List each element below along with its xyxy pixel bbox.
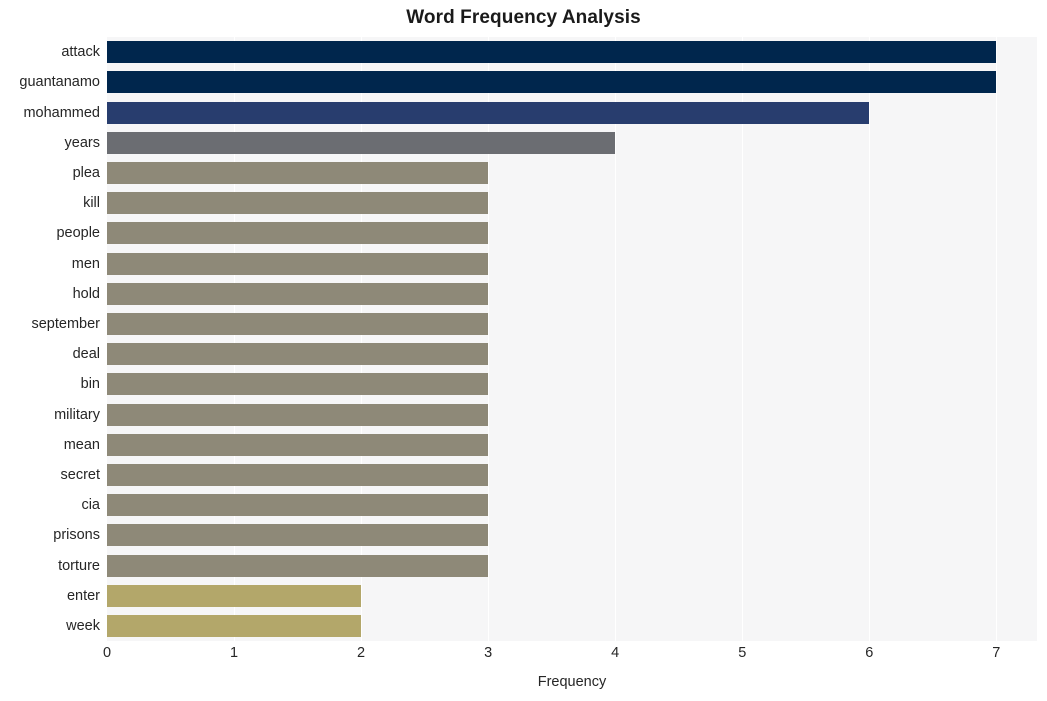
- y-axis-tick-labels: attack guantanamo mohammed years plea kill peo…: [0, 37, 100, 641]
- chart-title: Word Frequency Analysis: [406, 7, 641, 28]
- x-axis-label: Frequency: [537, 674, 607, 690]
- bar-bin: [107, 373, 489, 396]
- bar-plea: [107, 161, 489, 184]
- bar-torture: [107, 554, 489, 577]
- x-tick-label-5: 5: [738, 645, 747, 661]
- x-axis-tick-labels: 0 1 2 3 4 5 6 7: [0, 645, 1047, 667]
- x-tick-label-7: 7: [992, 645, 1001, 661]
- y-tick-label-mean: mean: [63, 436, 100, 453]
- y-tick-label-torture: torture: [58, 557, 100, 574]
- y-tick-label-guantanamo: guantanamo: [19, 74, 100, 91]
- x-tick-label-3: 3: [484, 645, 493, 661]
- y-tick-label-secret: secret: [60, 466, 101, 483]
- y-tick-label-cia: cia: [81, 497, 100, 514]
- bar-enter: [107, 584, 362, 607]
- bar-hold: [107, 282, 489, 305]
- y-tick-label-years: years: [64, 134, 100, 151]
- bar-week: [107, 614, 362, 637]
- y-tick-label-week: week: [66, 617, 100, 634]
- bar-deal: [107, 343, 489, 366]
- y-tick-label-military: military: [54, 406, 100, 423]
- bar-people: [107, 222, 489, 245]
- y-tick-label-bin: bin: [80, 376, 100, 393]
- bar-cia: [107, 494, 489, 517]
- y-tick-label-deal: deal: [72, 346, 100, 363]
- x-tick-label-6: 6: [865, 645, 874, 661]
- plot-area: [107, 37, 1037, 641]
- chart-figure: Word Frequency Analysis attack guantanamo…: [0, 0, 1047, 701]
- x-tick-label-1: 1: [230, 645, 239, 661]
- x-tick-label-4: 4: [611, 645, 620, 661]
- y-tick-label-men: men: [71, 255, 100, 272]
- y-tick-label-mohammed: mohammed: [23, 104, 100, 121]
- bar-guantanamo: [107, 71, 997, 94]
- bar-september: [107, 312, 489, 335]
- bars-layer: [107, 37, 1037, 641]
- bar-military: [107, 403, 489, 426]
- y-tick-label-plea: plea: [72, 164, 100, 181]
- y-tick-label-hold: hold: [72, 285, 100, 302]
- bar-attack: [107, 41, 997, 64]
- y-tick-label-people: people: [56, 225, 100, 242]
- y-tick-label-september: september: [31, 315, 100, 332]
- bar-years: [107, 131, 616, 154]
- y-tick-label-prisons: prisons: [53, 527, 100, 544]
- bar-mohammed: [107, 101, 870, 124]
- bar-men: [107, 252, 489, 275]
- bar-prisons: [107, 524, 489, 547]
- bar-mean: [107, 433, 489, 456]
- bar-secret: [107, 463, 489, 486]
- y-tick-label-kill: kill: [83, 195, 100, 212]
- bar-kill: [107, 192, 489, 215]
- y-tick-label-attack: attack: [61, 44, 100, 61]
- x-tick-label-2: 2: [357, 645, 366, 661]
- y-tick-label-enter: enter: [66, 587, 100, 604]
- x-tick-label-0: 0: [102, 645, 112, 661]
